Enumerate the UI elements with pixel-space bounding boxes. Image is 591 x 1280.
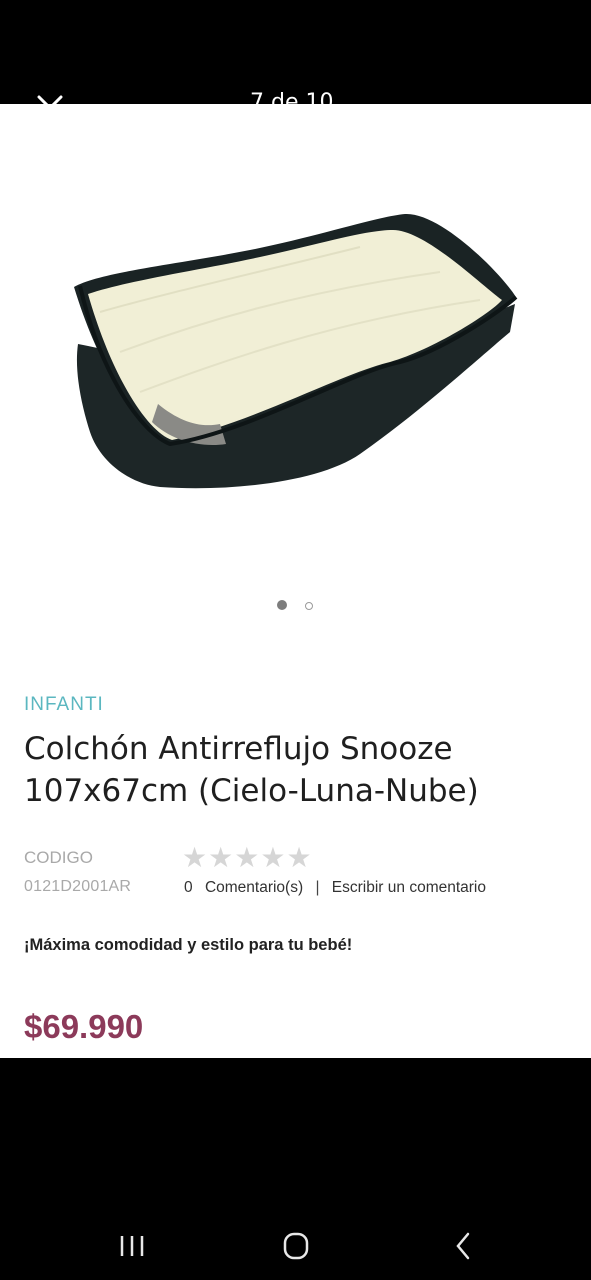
recents-icon[interactable]: [112, 1228, 152, 1264]
product-title: Colchón Antirreflujo Snooze 107x67cm (Ci…: [24, 731, 479, 809]
carousel-indicator: [274, 600, 324, 612]
star-icon: ★: [234, 841, 260, 874]
product-tagline: ¡Máxima comodidad y estilo para tu bebé!: [24, 936, 353, 954]
reviews-link[interactable]: Comentario(s): [205, 879, 303, 896]
product-page: INFANTI Colchón Antirreflujo Snooze 107x…: [0, 104, 591, 1058]
product-brand[interactable]: INFANTI: [24, 694, 104, 716]
star-icon: ★: [208, 841, 234, 874]
star-icon: ★: [260, 841, 286, 874]
reviews-row: 0 Comentario(s) | Escribir un comentario: [184, 879, 486, 897]
product-code-label: CODIGO: [24, 848, 93, 867]
star-icon: ★: [286, 841, 312, 874]
back-icon[interactable]: [444, 1228, 484, 1264]
system-navigation-bar: [0, 1058, 591, 1280]
viewer-top-bar: 7 de 10: [0, 0, 591, 104]
close-icon[interactable]: [36, 94, 64, 104]
carousel-dot-active[interactable]: [277, 600, 287, 610]
reviews-count: 0: [184, 879, 193, 896]
rating-stars[interactable]: ★★★★★: [182, 843, 313, 873]
reviews-separator: |: [315, 879, 320, 896]
product-code-value: 0121D2001AR: [24, 878, 132, 895]
product-price: $69.990: [24, 1008, 144, 1045]
carousel-dot-inactive[interactable]: [305, 602, 313, 610]
home-icon[interactable]: [276, 1228, 316, 1264]
product-image[interactable]: [60, 192, 530, 512]
write-review-link[interactable]: Escribir un comentario: [332, 879, 486, 896]
image-counter: 7 de 10: [250, 90, 334, 104]
star-icon: ★: [182, 841, 208, 874]
